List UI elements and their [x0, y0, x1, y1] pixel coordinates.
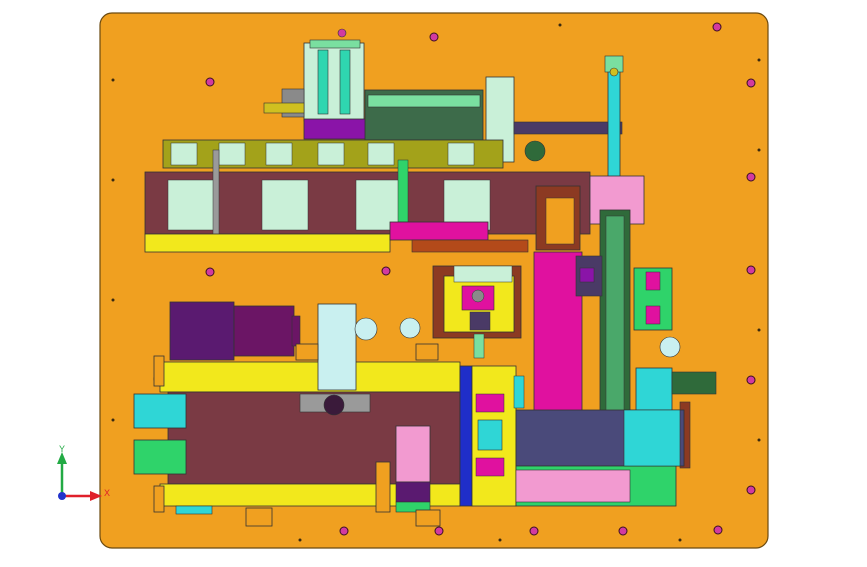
- cad-viewport[interactable]: Y X: [0, 0, 867, 562]
- assembly-drawing: Y X: [57, 12, 769, 549]
- x-axis-label: X: [104, 488, 110, 498]
- y-axis-label: Y: [59, 444, 65, 454]
- motor: [169, 301, 301, 361]
